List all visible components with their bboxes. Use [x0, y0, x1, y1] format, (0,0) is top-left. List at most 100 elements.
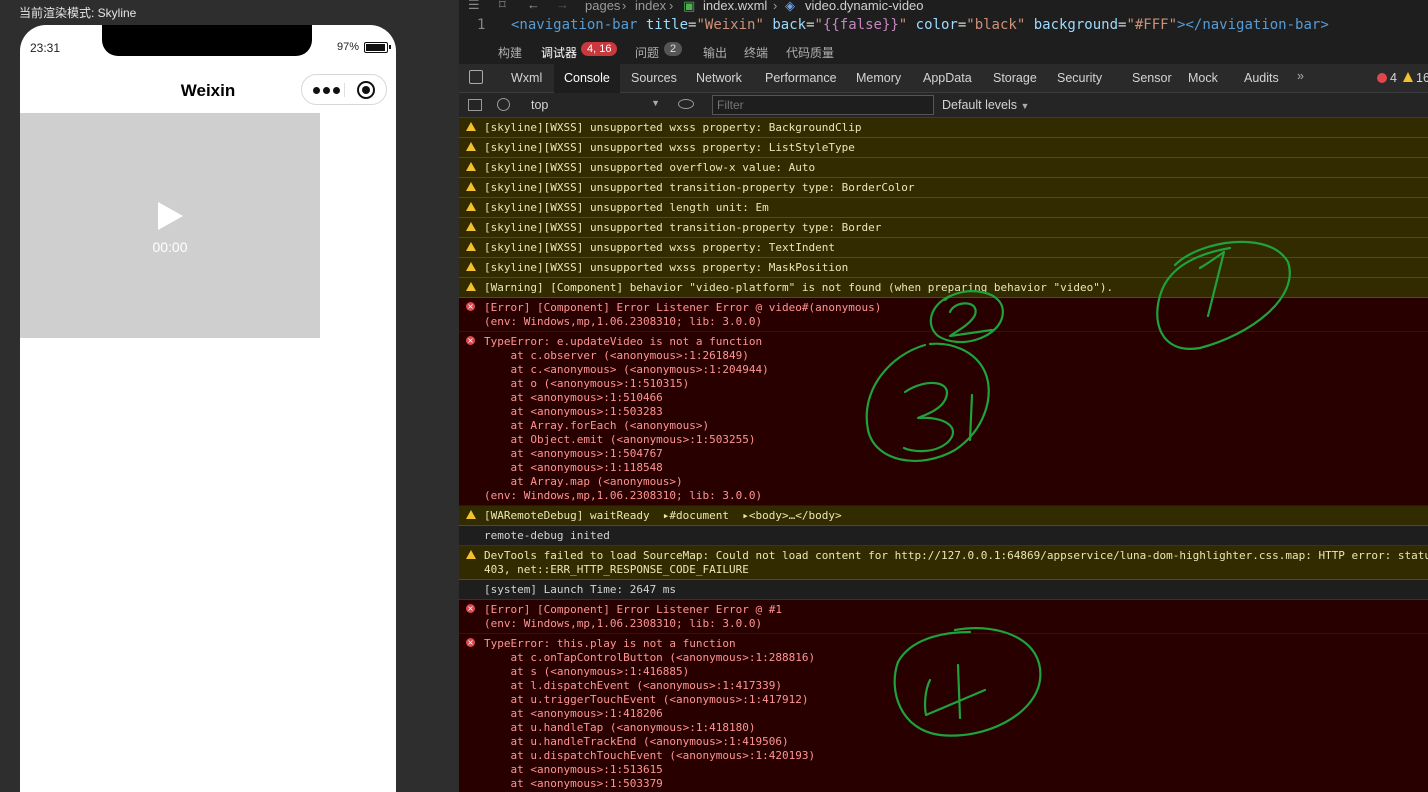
console-line: DevTools failed to load SourceMap: Could… [484, 549, 1428, 562]
console-message[interactable]: [skyline][WXSS] unsupported overflow-x v… [459, 158, 1428, 178]
tab-performance[interactable]: Performance [765, 71, 837, 85]
console-message[interactable]: [skyline][WXSS] unsupported length unit:… [459, 198, 1428, 218]
play-icon[interactable] [158, 202, 183, 230]
console-log[interactable]: [skyline][WXSS] unsupported wxss propert… [459, 118, 1428, 792]
error-count-icon[interactable] [1377, 73, 1387, 83]
console-message[interactable]: [WARemoteDebug] waitReady ▸#document ▸<b… [459, 506, 1428, 526]
console-line: at Array.forEach (<anonymous>) [484, 419, 710, 432]
console-line: at u.dispatchTouchEvent (<anonymous>:1:4… [484, 749, 816, 762]
breadcrumb-item[interactable]: index.wxml [703, 0, 767, 12]
console-message-text: [system] Launch Time: 2647 ms [484, 583, 676, 597]
tab-debugger[interactable]: 调试器 [541, 44, 577, 61]
console-message-text: TypeError: this.play is not a function a… [484, 637, 815, 791]
tab-memory[interactable]: Memory [856, 71, 901, 85]
error-icon: × [466, 336, 475, 345]
console-message[interactable]: [skyline][WXSS] unsupported transition-p… [459, 218, 1428, 238]
tab-terminal[interactable]: 终端 [744, 44, 768, 61]
sidebar-toggle-icon[interactable] [468, 99, 482, 111]
log-levels-select[interactable]: Default levels ▼ [942, 98, 1029, 112]
console-message[interactable]: [Warning] [Component] behavior "video-pl… [459, 278, 1428, 298]
close-miniprogram-icon[interactable] [357, 81, 375, 99]
console-line: at s (<anonymous>:1:416885) [484, 665, 690, 678]
tab-audits[interactable]: Audits [1244, 71, 1279, 85]
list-icon[interactable]: ☰ [468, 0, 480, 11]
more-tabs-icon[interactable]: » [1297, 69, 1304, 83]
inspect-element-icon[interactable] [469, 70, 483, 84]
tab-appdata[interactable]: AppData [923, 71, 972, 85]
console-line: (env: Windows,mp,1.06.2308310; lib: 3.0.… [484, 315, 763, 328]
code-attr: color [915, 17, 958, 33]
tab-sensor[interactable]: Sensor [1132, 71, 1172, 85]
console-message[interactable]: remote-debug inited [459, 526, 1428, 546]
line-number: 1 [477, 17, 486, 33]
breadcrumb: ☰ ⌑ ← → pages › index › ▣ index.wxml › ◈… [459, 0, 1428, 14]
tab-console[interactable]: Console [554, 64, 620, 93]
bookmark-icon[interactable]: ⌑ [499, 0, 506, 11]
warning-count-icon[interactable] [1403, 72, 1413, 82]
tab-issues[interactable]: 问题 [635, 44, 659, 61]
console-line: [skyline][WXSS] unsupported overflow-x v… [484, 161, 816, 174]
console-line: [skyline][WXSS] unsupported transition-p… [484, 221, 882, 234]
chevron-right-icon: › [669, 0, 674, 13]
more-icon[interactable] [311, 82, 341, 98]
console-message[interactable]: [skyline][WXSS] unsupported wxss propert… [459, 238, 1428, 258]
context-select[interactable]: top ▼ [524, 95, 662, 115]
console-line: at u.handleTap (<anonymous>:1:418180) [484, 721, 756, 734]
breadcrumb-item[interactable]: pages [585, 0, 620, 12]
console-message[interactable]: × TypeError: this.play is not a function … [459, 634, 1428, 792]
forward-arrow-icon[interactable]: → [556, 0, 569, 11]
console-message[interactable]: [system] Launch Time: 2647 ms [459, 580, 1428, 600]
console-message[interactable]: [skyline][WXSS] unsupported transition-p… [459, 178, 1428, 198]
context-select-value: top [531, 98, 549, 112]
capsule-menu[interactable] [301, 74, 387, 105]
warning-icon [466, 550, 476, 559]
warning-icon [466, 202, 476, 211]
console-message[interactable]: × [Error] [Component] Error Listener Erro… [459, 600, 1428, 634]
console-message[interactable]: [skyline][WXSS] unsupported wxss propert… [459, 258, 1428, 278]
console-message-text: [skyline][WXSS] unsupported wxss propert… [484, 261, 848, 275]
tab-build[interactable]: 构建 [498, 44, 522, 61]
filter-input[interactable] [712, 95, 934, 115]
tab-network[interactable]: Network [696, 71, 742, 85]
console-line: (env: Windows,mp,1.06.2308310; lib: 3.0.… [484, 617, 763, 630]
console-message-text: [skyline][WXSS] unsupported overflow-x v… [484, 161, 815, 175]
render-mode-label: 当前渲染模式: Skyline [19, 6, 137, 20]
phone-notch [102, 25, 312, 56]
code-tag-close: ></navigation-bar> [1177, 17, 1329, 33]
eye-icon[interactable] [678, 99, 694, 109]
console-message-text: [skyline][WXSS] unsupported transition-p… [484, 181, 914, 195]
tab-output[interactable]: 输出 [703, 44, 727, 61]
console-line: at <anonymous>:1:503379 [484, 777, 663, 790]
console-line: at <anonymous>:1:513615 [484, 763, 663, 776]
debugger-badge: 4, 16 [581, 42, 618, 56]
chevron-right-icon: › [622, 0, 627, 13]
console-message-text: remote-debug inited [484, 529, 610, 543]
error-count[interactable]: 4 [1390, 71, 1397, 85]
console-message[interactable]: DevTools failed to load SourceMap: Could… [459, 546, 1428, 580]
clear-console-icon[interactable] [497, 98, 510, 111]
code-attr: title [645, 17, 689, 33]
console-message[interactable]: × TypeError: e.updateVideo is not a funct… [459, 332, 1428, 506]
breadcrumb-item[interactable]: index [635, 0, 666, 12]
breadcrumb-item[interactable]: video.dynamic-video [805, 0, 924, 12]
console-line: at <anonymous>:1:418206 [484, 707, 663, 720]
back-arrow-icon[interactable]: ← [527, 0, 540, 11]
tab-mock[interactable]: Mock [1188, 71, 1218, 85]
console-message[interactable]: [skyline][WXSS] unsupported wxss propert… [459, 118, 1428, 138]
tab-security[interactable]: Security [1057, 71, 1102, 85]
tab-code-quality[interactable]: 代码质量 [786, 44, 834, 61]
tab-wxml[interactable]: Wxml [511, 71, 542, 85]
warning-count[interactable]: 16 [1416, 71, 1428, 85]
video-player[interactable]: 00:00 [20, 113, 320, 338]
tab-storage[interactable]: Storage [993, 71, 1037, 85]
tab-sources[interactable]: Sources [631, 71, 677, 85]
console-message[interactable]: × [Error] [Component] Error Listener Erro… [459, 298, 1428, 332]
chevron-right-icon: › [773, 0, 778, 13]
console-message[interactable]: [skyline][WXSS] unsupported wxss propert… [459, 138, 1428, 158]
code-line[interactable]: <navigation-bar title="Weixin" back="{{f… [511, 14, 1329, 36]
code-editor[interactable]: 1 <navigation-bar title="Weixin" back="{{… [459, 14, 1428, 36]
devtools-tabbar: Wxml Console Sources Network Performance… [459, 64, 1428, 93]
code-value: " [898, 17, 908, 33]
code-value: "Weixin" [696, 17, 764, 33]
file-icon: ▣ [683, 0, 696, 13]
